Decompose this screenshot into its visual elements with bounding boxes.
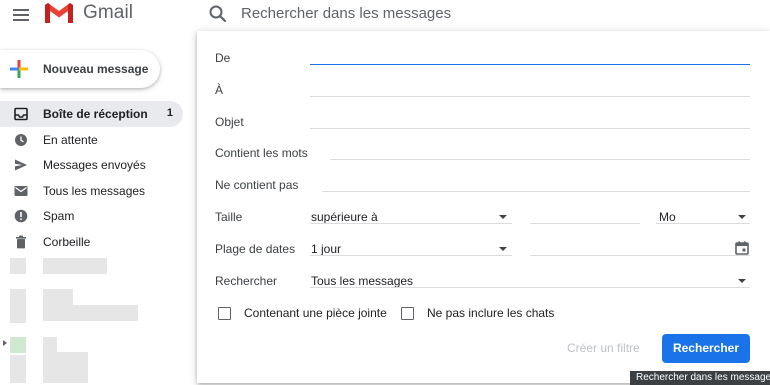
sidebar-nav: Boîte de réception 1 En attente Messages… (0, 101, 183, 254)
search-in-underline (310, 287, 750, 288)
gmail-m-icon (45, 3, 73, 23)
blurred-label-icon (10, 355, 26, 383)
sidebar-item-spam[interactable]: Spam (0, 203, 183, 229)
has-attachment-checkbox[interactable] (218, 307, 231, 320)
from-label: De (215, 51, 231, 65)
sidebar-item-all-mail[interactable]: Tous les messages (0, 178, 183, 204)
exclude-chats-checkbox[interactable] (401, 307, 414, 320)
send-icon (15, 159, 27, 171)
date-field[interactable] (530, 255, 750, 256)
sidebar-item-snoozed[interactable]: En attente (0, 127, 183, 153)
expand-arrow-icon[interactable] (3, 340, 7, 346)
calendar-icon[interactable] (735, 241, 749, 255)
size-label: Taille (215, 210, 243, 224)
gmail-logo[interactable]: Gmail (43, 1, 133, 25)
main-menu-icon[interactable] (11, 5, 31, 25)
blurred-label-icon (10, 289, 26, 323)
sidebar-item-trash[interactable]: Corbeille (0, 229, 183, 255)
sidebar-item-label: Corbeille (43, 234, 91, 249)
clock-icon (15, 133, 27, 146)
create-filter-button[interactable]: Créer un filtre (567, 341, 640, 355)
subject-field[interactable] (310, 128, 750, 129)
size-operator-value: supérieure à (311, 210, 378, 224)
no-words-label: Ne contient pas (215, 178, 299, 192)
date-range-label: Plage de dates (215, 242, 296, 256)
has-attachment-label[interactable]: Contenant une pièce jointe (244, 306, 387, 320)
plus-icon (10, 60, 28, 78)
size-value-field[interactable] (530, 223, 640, 224)
trash-icon (16, 235, 26, 248)
date-range-underline (310, 255, 512, 256)
search-button[interactable]: Rechercher (662, 334, 750, 363)
chevron-down-icon (738, 215, 746, 219)
no-words-field[interactable] (322, 191, 750, 192)
sidebar-item-label: Spam (43, 209, 75, 223)
search-in-label: Rechercher (215, 274, 278, 288)
search-in-value: Tous les messages (311, 274, 414, 288)
gmail-logo-text: Gmail (83, 2, 134, 23)
to-label: À (215, 83, 224, 97)
exclude-chats-label[interactable]: Ne pas inclure les chats (427, 306, 554, 320)
sidebar-item-label: Messages envoyés (43, 158, 146, 172)
blurred-label-text (43, 337, 57, 353)
blurred-label-text (43, 305, 138, 321)
sidebar-item-sent[interactable]: Messages envoyés (0, 152, 183, 178)
mail-icon (14, 185, 28, 196)
to-field[interactable] (310, 96, 750, 97)
top-bar: Gmail Rechercher dans les messages (0, 0, 770, 30)
blurred-label-text (43, 289, 73, 305)
size-unit-underline (656, 223, 750, 224)
compose-button[interactable]: Nouveau message (0, 50, 160, 88)
sidebar-item-label: En attente (43, 132, 98, 147)
spam-icon (14, 209, 28, 223)
search-input[interactable]: Rechercher dans les messages (241, 5, 451, 22)
subject-label: Objet (215, 115, 244, 129)
has-words-label: Contient les mots (215, 146, 308, 160)
blurred-label-icon (10, 258, 26, 274)
date-range-value: 1 jour (311, 242, 342, 256)
blurred-label-text (43, 258, 107, 274)
size-unit-value: Mo (659, 210, 676, 224)
search-icon[interactable] (207, 3, 229, 25)
compose-label: Nouveau message (43, 62, 149, 76)
from-field[interactable] (310, 64, 750, 65)
has-words-field[interactable] (330, 159, 750, 160)
blurred-label-text (43, 352, 88, 383)
blurred-label-icon (10, 337, 26, 353)
sidebar-item-label: Boîte de réception (43, 107, 148, 121)
unread-count: 1 (166, 107, 173, 119)
size-operator-underline (310, 223, 512, 224)
chevron-down-icon (499, 247, 507, 251)
sidebar-item-inbox[interactable]: Boîte de réception 1 (0, 101, 183, 127)
chevron-down-icon (499, 215, 507, 219)
sidebar-item-label: Tous les messages (43, 183, 146, 198)
inbox-icon (14, 107, 28, 121)
advanced-search-panel: De À Objet Contient les mots Ne contient… (197, 31, 770, 383)
chevron-down-icon (738, 279, 746, 283)
